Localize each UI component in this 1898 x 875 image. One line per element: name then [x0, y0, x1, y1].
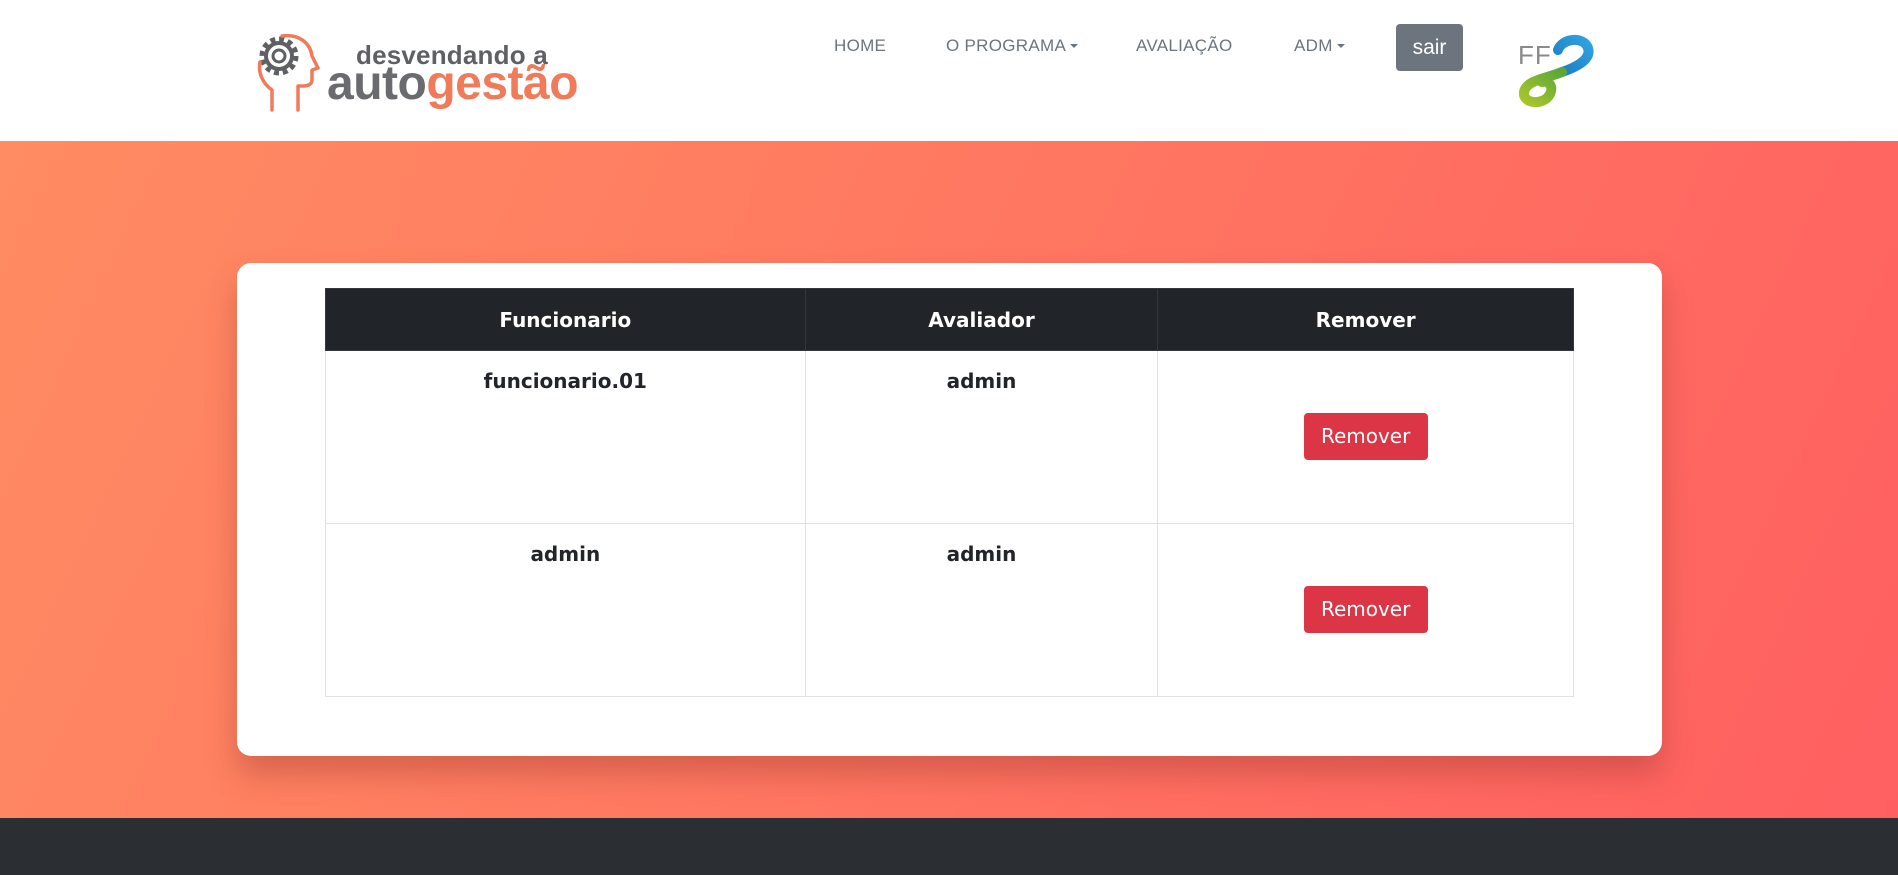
logo-wordmark-gestao: gestão [426, 57, 579, 110]
remove-button[interactable]: Remover [1303, 586, 1428, 633]
column-header-funcionario: Funcionario [325, 288, 806, 351]
cell-funcionario: admin [325, 523, 806, 697]
nav-home[interactable]: HOME [834, 36, 886, 56]
cell-avaliador: admin [804, 350, 1159, 524]
logo-wordmark-auto: auto [327, 57, 427, 110]
logo-wordmark: autogestão [327, 57, 579, 111]
cell-avaliador: admin [804, 523, 1159, 697]
nav-o-programa-label: O PROGRAMA [946, 36, 1067, 55]
autogestao-logo[interactable]: desvendando a autogestão [252, 28, 582, 114]
site-footer [0, 818, 1898, 875]
nav-adm-dropdown[interactable]: ADM [1294, 36, 1345, 56]
cell-funcionario: funcionario.01 [325, 350, 806, 524]
cell-remover: Remover [1157, 523, 1574, 697]
infinity-logo-icon [1519, 35, 1594, 107]
nav-home-label: HOME [834, 36, 887, 55]
table-row: funcionario.01 admin Remover [325, 350, 1574, 524]
caret-down-icon [1336, 44, 1345, 48]
partner-logo: FF [1512, 32, 1596, 108]
logout-button[interactable]: sair [1396, 24, 1463, 71]
table-header-row: Funcionario Avaliador Remover [325, 288, 1574, 351]
nav-adm-label: ADM [1294, 36, 1333, 55]
nav-avaliacao-label: AVALIAÇÃO [1136, 36, 1233, 55]
nav-o-programa-dropdown[interactable]: O PROGRAMA [946, 36, 1079, 56]
cell-remover: Remover [1157, 350, 1574, 524]
assignments-table: Funcionario Avaliador Remover funcionari… [325, 288, 1574, 697]
column-header-remover: Remover [1157, 288, 1574, 351]
remove-button[interactable]: Remover [1303, 413, 1428, 460]
caret-down-icon [1070, 44, 1079, 48]
site-header: desvendando a autogestão HOME O PROGRAMA… [0, 0, 1898, 141]
column-header-avaliador: Avaliador [804, 288, 1159, 351]
head-gear-icon [257, 33, 320, 112]
table-row: admin admin Remover [325, 523, 1574, 697]
nav-avaliacao[interactable]: AVALIAÇÃO [1136, 36, 1233, 56]
